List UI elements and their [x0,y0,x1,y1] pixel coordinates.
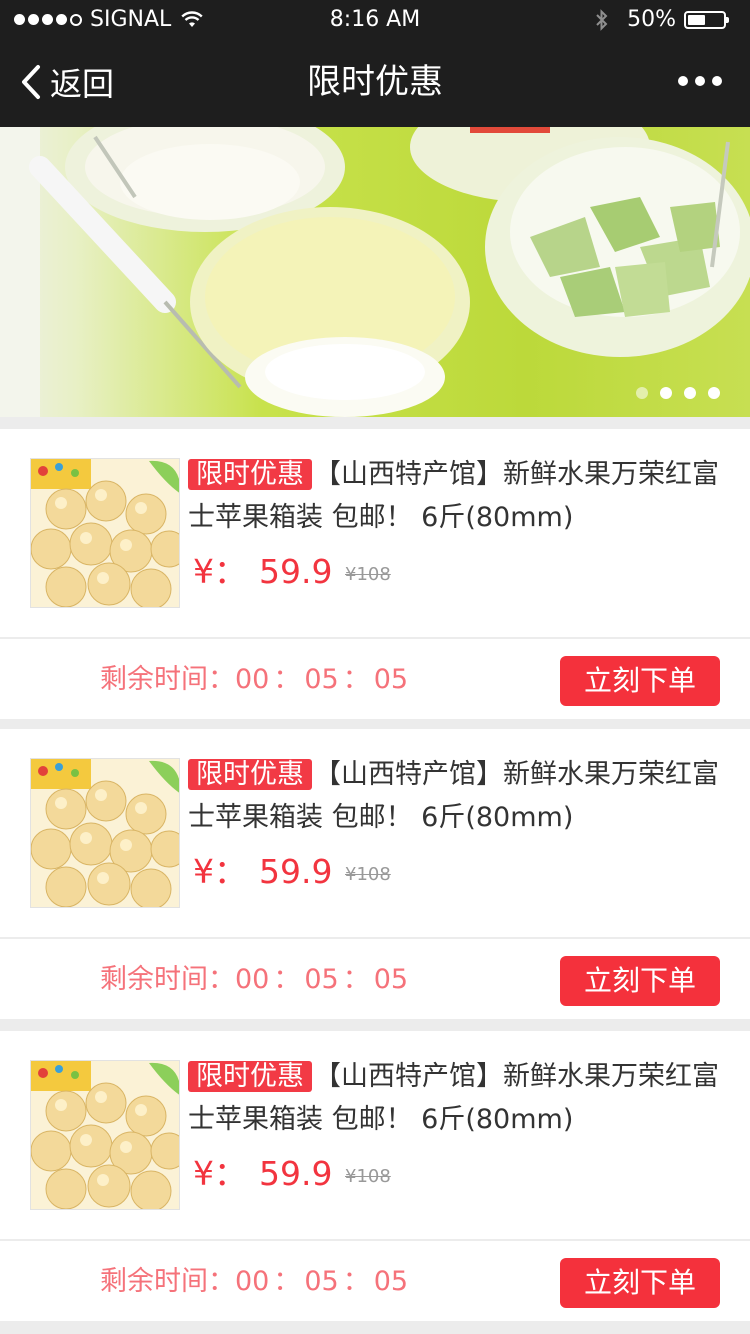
order-now-button[interactable]: 立刻下单 [560,656,720,706]
carousel-dot[interactable] [684,387,696,399]
price-value: 59.9 [259,1154,333,1193]
product-info[interactable]: 限时优惠 【山西特产馆】新鲜水果万荣红富士苹果箱装 包邮！ 6斤(80mm) ¥：… [0,1031,750,1239]
product-info[interactable]: 限时优惠 【山西特产馆】新鲜水果万荣红富士苹果箱装 包邮！ 6斤(80mm) ¥：… [0,429,750,637]
countdown-seconds: 05 [373,964,409,995]
countdown-separator: ： [273,664,301,695]
carousel-indicator[interactable] [636,387,720,399]
card-divider [0,1239,750,1241]
price-value: 59.9 [259,552,333,591]
promo-banner[interactable] [0,127,750,417]
bluetooth-icon [596,9,608,31]
carousel-dot[interactable] [708,387,720,399]
product-thumbnail[interactable] [30,458,180,608]
product-thumbnail[interactable] [30,1060,180,1210]
original-price: ¥108 [345,564,391,585]
countdown-separator: ： [273,1266,301,1297]
promo-tag: 限时优惠 [188,459,312,490]
promo-tag: 限时优惠 [188,759,312,790]
product-info[interactable]: 限时优惠 【山西特产馆】新鲜水果万荣红富士苹果箱装 包邮！ 6斤(80mm) ¥：… [0,729,750,937]
top-bar: SIGNAL 8:16 AM 50% 返回 限时优惠 [0,0,750,127]
banner-image [0,127,750,417]
page-bottom-gap [0,1322,750,1334]
product-price: ¥： 59.9 [193,1149,332,1199]
countdown-timer: 剩余时间：00： 05： 05 [100,960,408,1000]
card-divider [0,937,750,939]
countdown-hours: 00 [235,664,270,695]
card-divider [0,637,750,639]
carousel-dot[interactable] [636,387,648,399]
order-now-button[interactable]: 立刻下单 [560,1258,720,1308]
countdown-minutes: 05 [304,664,339,695]
carousel-dot[interactable] [660,387,672,399]
countdown-hours: 00 [235,964,270,995]
more-options-button[interactable] [678,76,722,86]
countdown-separator: ： [342,964,370,995]
status-bar: SIGNAL 8:16 AM 50% [0,0,750,40]
product-thumbnail[interactable] [30,758,180,908]
countdown-timer: 剩余时间：00： 05： 05 [100,1262,408,1302]
product-title[interactable]: 限时优惠 【山西特产馆】新鲜水果万荣红富士苹果箱装 包邮！ 6斤(80mm) [188,453,723,539]
countdown-separator: ： [273,964,301,995]
price-currency: ¥： [193,852,247,891]
more-dot-icon [712,76,722,86]
price-currency: ¥： [193,1154,247,1193]
order-now-button[interactable]: 立刻下单 [560,956,720,1006]
countdown-label: 剩余时间： [100,1266,235,1297]
battery-icon [684,11,729,29]
countdown-minutes: 05 [304,1266,339,1297]
battery-fill [688,15,705,25]
countdown-separator: ： [342,1266,370,1297]
more-dot-icon [695,76,705,86]
countdown-seconds: 05 [373,1266,409,1297]
product-title[interactable]: 限时优惠 【山西特产馆】新鲜水果万荣红富士苹果箱装 包邮！ 6斤(80mm) [188,1055,723,1141]
product-price: ¥： 59.9 [193,847,332,897]
battery-percent: 50% [627,7,676,32]
countdown-timer: 剩余时间：00： 05： 05 [100,660,408,700]
product-price: ¥： 59.9 [193,547,332,597]
original-price: ¥108 [345,1166,391,1187]
page-title: 限时优惠 [307,62,443,102]
price-currency: ¥： [193,552,247,591]
countdown-separator: ： [342,664,370,695]
status-right: 50% [595,0,729,40]
promo-tag: 限时优惠 [188,1061,312,1092]
countdown-seconds: 05 [373,664,409,695]
product-title[interactable]: 限时优惠 【山西特产馆】新鲜水果万荣红富士苹果箱装 包邮！ 6斤(80mm) [188,753,723,839]
product-card[interactable]: 限时优惠 【山西特产馆】新鲜水果万荣红富士苹果箱装 包邮！ 6斤(80mm) ¥：… [0,429,750,719]
countdown-label: 剩余时间： [100,664,235,695]
product-card[interactable]: 限时优惠 【山西特产馆】新鲜水果万荣红富士苹果箱装 包邮！ 6斤(80mm) ¥：… [0,729,750,1019]
navigation-bar: 返回 限时优惠 [0,40,750,127]
original-price: ¥108 [345,864,391,885]
price-value: 59.9 [259,852,333,891]
countdown-minutes: 05 [304,964,339,995]
countdown-label: 剩余时间： [100,964,235,995]
countdown-hours: 00 [235,1266,270,1297]
product-card[interactable]: 限时优惠 【山西特产馆】新鲜水果万荣红富士苹果箱装 包邮！ 6斤(80mm) ¥：… [0,1031,750,1321]
more-dot-icon [678,76,688,86]
